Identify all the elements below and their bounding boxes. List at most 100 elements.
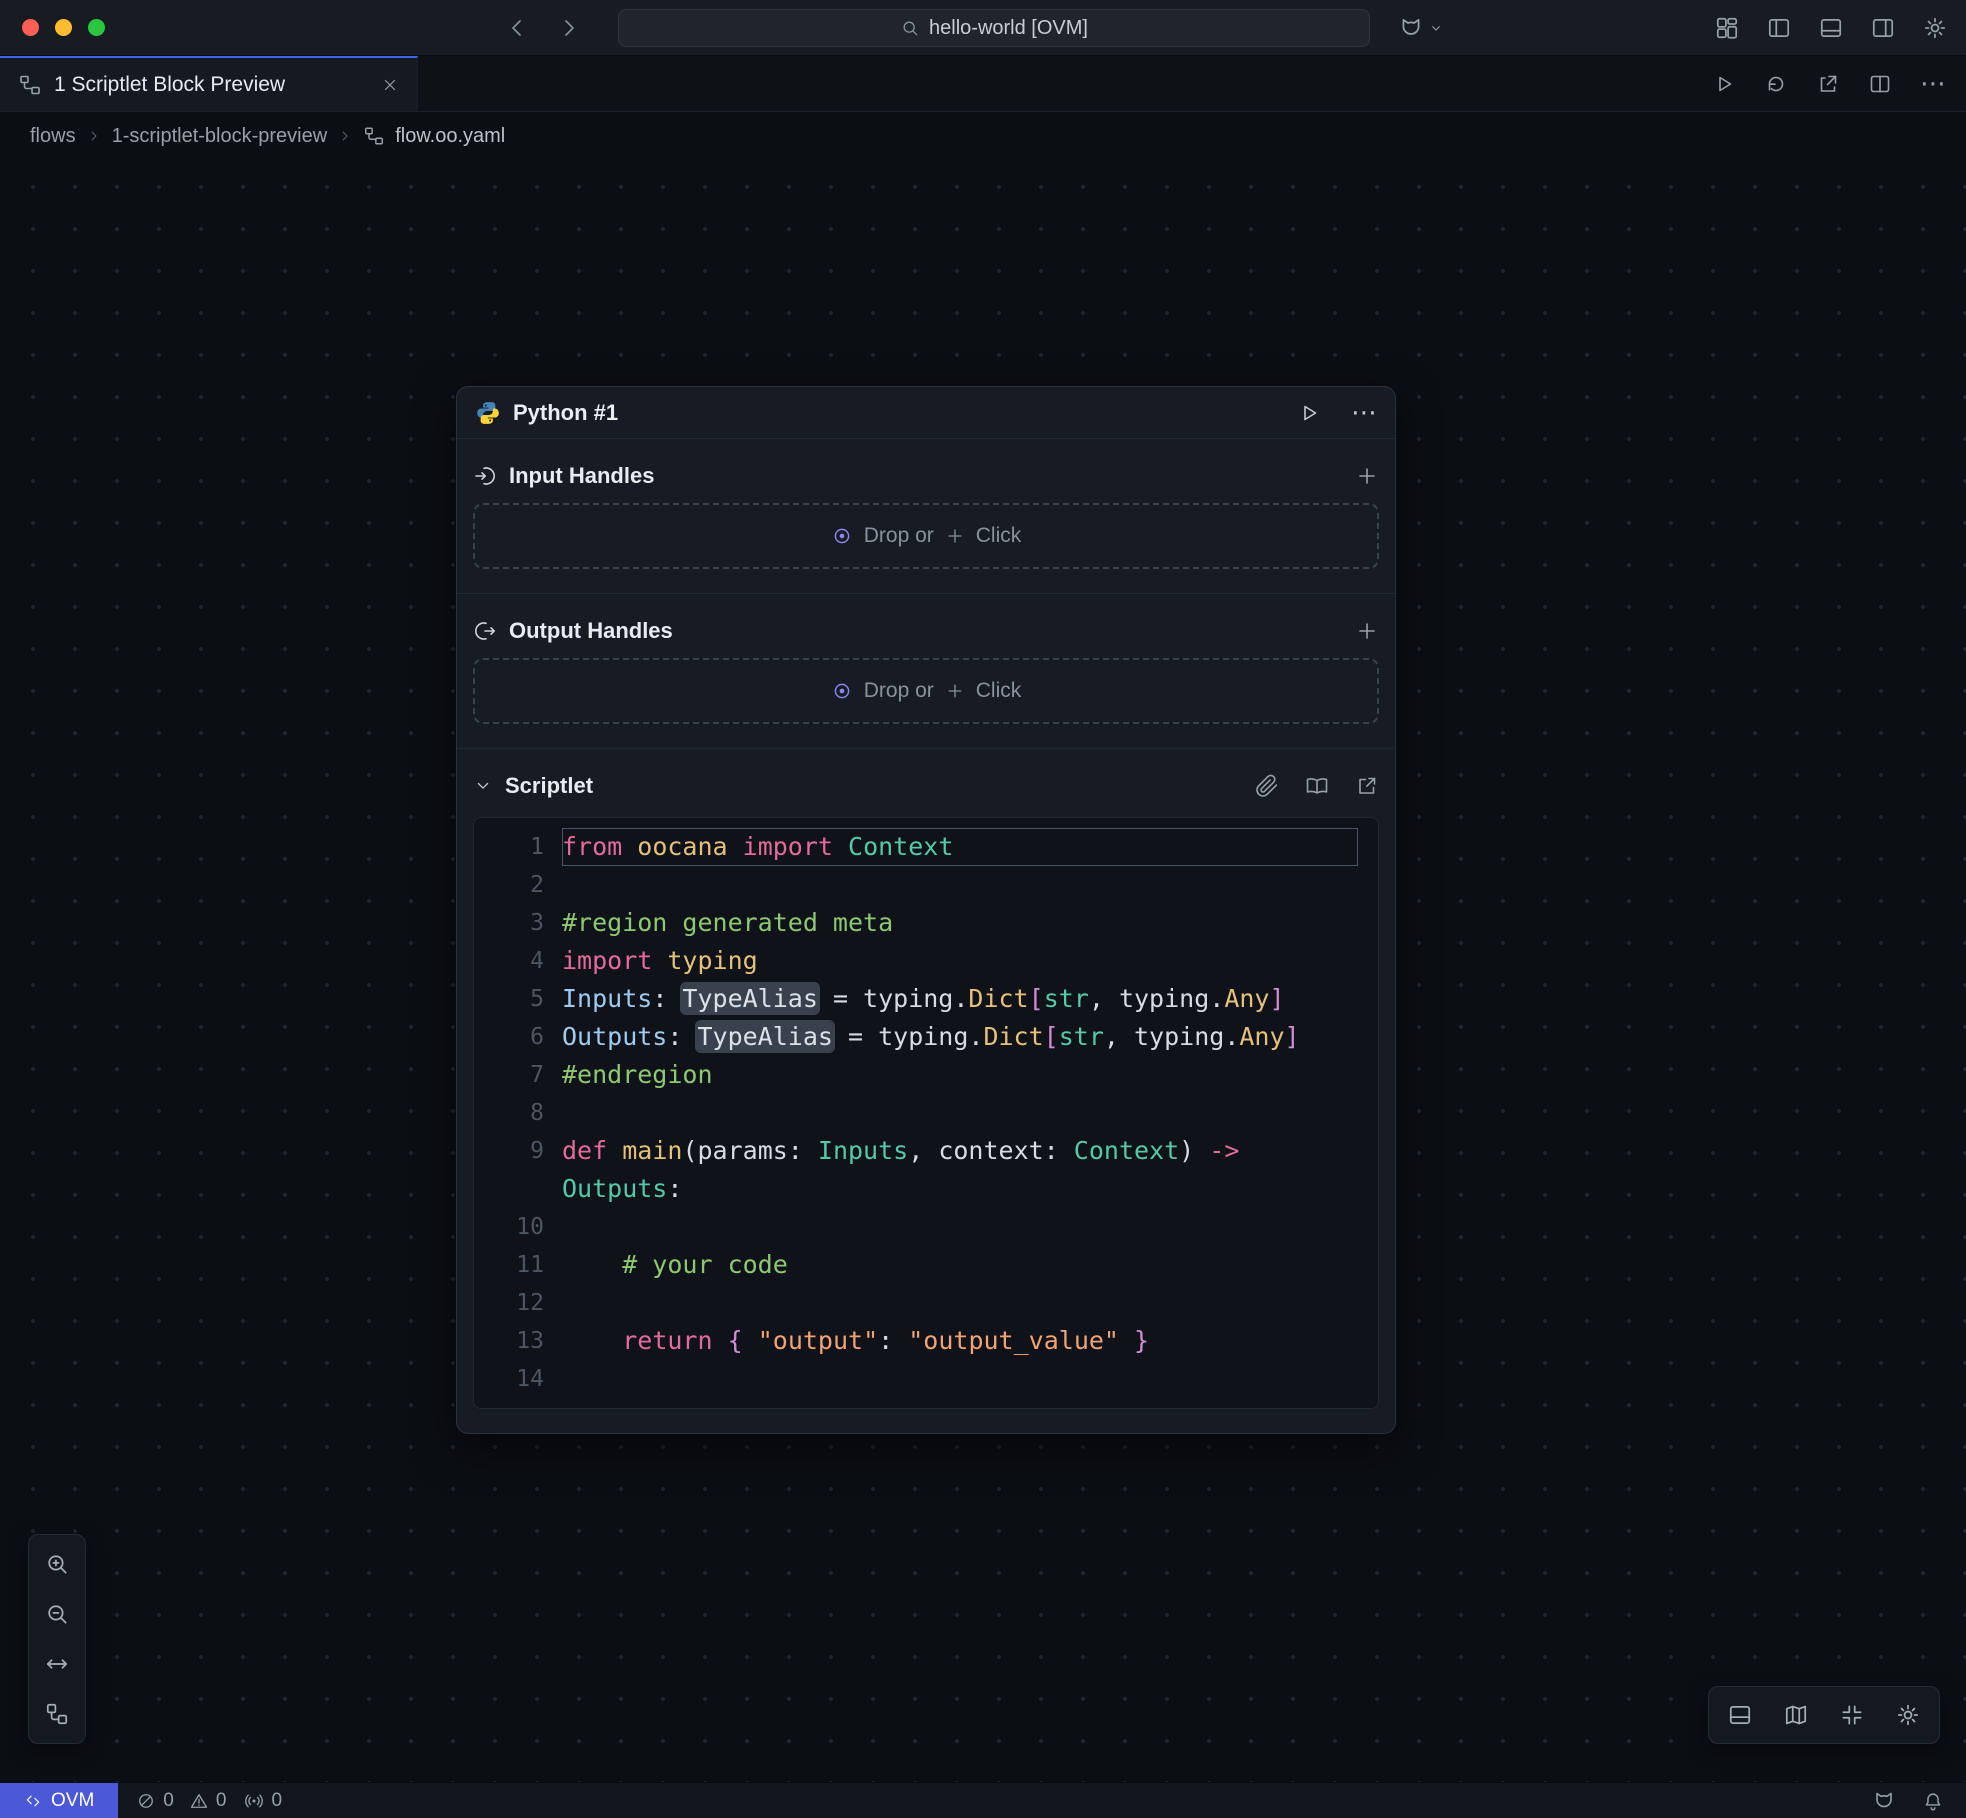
drop-target-icon	[831, 525, 853, 547]
split-editor-button[interactable]	[1868, 72, 1892, 96]
paperclip-icon	[1255, 774, 1279, 798]
open-book-icon	[1305, 774, 1329, 798]
code-row[interactable]: 10	[474, 1208, 1378, 1246]
code-line[interactable]	[562, 1094, 1358, 1132]
add-output-handle-button[interactable]	[1355, 619, 1379, 643]
input-dropzone[interactable]: Drop or Click	[473, 503, 1379, 569]
breadcrumb-item-flows[interactable]: flows	[30, 125, 76, 148]
assistant-menu[interactable]	[1398, 0, 1444, 56]
collapse-scriptlet-button[interactable]	[473, 776, 493, 796]
open-external-button[interactable]	[1355, 774, 1379, 798]
search-icon	[900, 18, 920, 38]
code-row[interactable]: 14	[474, 1360, 1378, 1398]
code-row[interactable]: 4import typing	[474, 942, 1378, 980]
export-icon	[1816, 72, 1840, 96]
code-line[interactable]: import typing	[562, 942, 1358, 980]
zoom-in-button[interactable]	[36, 1543, 78, 1585]
code-line[interactable]: Outputs:	[562, 1170, 1358, 1208]
settings-gear-icon	[1895, 1702, 1921, 1728]
output-dropzone[interactable]: Drop or Click	[473, 658, 1379, 724]
settings-button[interactable]	[1922, 15, 1948, 41]
code-line[interactable]: def main(params: Inputs, context: Contex…	[562, 1132, 1358, 1170]
flow-icon	[18, 73, 42, 97]
code-row[interactable]: Outputs:	[474, 1170, 1378, 1208]
broadcast-icon	[244, 1791, 264, 1811]
fit-view-button[interactable]	[36, 1643, 78, 1685]
minimize-window-button[interactable]	[55, 19, 72, 36]
toggle-left-panel-button[interactable]	[1766, 15, 1792, 41]
run-flow-button[interactable]	[1712, 72, 1736, 96]
tab-label: 1 Scriptlet Block Preview	[54, 73, 285, 97]
customize-layout-button[interactable]	[1714, 15, 1740, 41]
more-actions-button[interactable]: ⋯	[1920, 71, 1946, 97]
breadcrumb-item-folder[interactable]: 1-scriptlet-block-preview	[112, 125, 328, 148]
code-row[interactable]: 5Inputs: TypeAlias = typing.Dict[str, ty…	[474, 980, 1378, 1018]
toggle-bottom-panel-button[interactable]	[1818, 15, 1844, 41]
cat-icon	[1872, 1789, 1896, 1813]
line-number	[474, 1170, 562, 1208]
code-line[interactable]	[562, 1208, 1358, 1246]
code-line[interactable]: #endregion	[562, 1056, 1358, 1094]
zoom-window-button[interactable]	[88, 19, 105, 36]
code-row[interactable]: 11 # your code	[474, 1246, 1378, 1284]
breadcrumb: flows 1-scriptlet-block-preview flow.oo.…	[0, 112, 1966, 160]
toggle-right-panel-button[interactable]	[1870, 15, 1896, 41]
back-button[interactable]	[505, 16, 529, 40]
remote-indicator[interactable]: OVM	[0, 1783, 118, 1818]
collapse-icon	[1839, 1702, 1865, 1728]
line-number: 5	[474, 980, 562, 1018]
code-row[interactable]: 8	[474, 1094, 1378, 1132]
code-line[interactable]: Inputs: TypeAlias = typing.Dict[str, typ…	[562, 980, 1358, 1018]
play-icon	[1712, 72, 1736, 96]
forward-button[interactable]	[557, 16, 581, 40]
rerun-button[interactable]	[1764, 72, 1788, 96]
code-row[interactable]: 3#region generated meta	[474, 904, 1378, 942]
line-number: 4	[474, 942, 562, 980]
code-line[interactable]	[562, 866, 1358, 904]
code-line[interactable]: from oocana import Context	[562, 828, 1358, 866]
notifications-button[interactable]	[1922, 1790, 1944, 1812]
zoom-out-button[interactable]	[36, 1593, 78, 1635]
chevron-right-icon	[337, 128, 353, 144]
close-window-button[interactable]	[22, 19, 39, 36]
code-row[interactable]: 9def main(params: Inputs, context: Conte…	[474, 1132, 1378, 1170]
code-editor[interactable]: 1from oocana import Context23#region gen…	[473, 817, 1379, 1409]
code-line[interactable]	[562, 1360, 1358, 1398]
canvas-settings-button[interactable]	[1887, 1694, 1929, 1736]
code-row[interactable]: 2	[474, 866, 1378, 904]
remote-label: OVM	[51, 1790, 94, 1812]
command-center-search[interactable]: hello-world [OVM]	[618, 9, 1370, 47]
auto-layout-button[interactable]	[36, 1693, 78, 1735]
code-line[interactable]	[562, 1284, 1358, 1322]
dropzone-prefix: Drop or	[864, 679, 934, 703]
code-row[interactable]: 12	[474, 1284, 1378, 1322]
python-node-card[interactable]: Python #1 ⋯ Input Handles Drop or Click	[456, 386, 1396, 1434]
code-line[interactable]: return { "output": "output_value" }	[562, 1322, 1358, 1360]
docs-button[interactable]	[1305, 774, 1329, 798]
code-row[interactable]: 1from oocana import Context	[474, 828, 1378, 866]
breadcrumb-item-file[interactable]: flow.oo.yaml	[395, 125, 505, 148]
problems-indicator[interactable]: 0 0	[136, 1790, 226, 1812]
add-input-handle-button[interactable]	[1355, 464, 1379, 488]
minimap-button[interactable]	[1775, 1694, 1817, 1736]
close-tab-button[interactable]	[381, 76, 399, 94]
code-row[interactable]: 7#endregion	[474, 1056, 1378, 1094]
code-line[interactable]: # your code	[562, 1246, 1358, 1284]
error-icon	[136, 1791, 156, 1811]
code-line[interactable]: #region generated meta	[562, 904, 1358, 942]
node-more-button[interactable]: ⋯	[1351, 400, 1377, 426]
tab-scriptlet-block-preview[interactable]: 1 Scriptlet Block Preview	[0, 56, 418, 111]
assistant-status-button[interactable]	[1872, 1789, 1896, 1813]
code-row[interactable]: 6Outputs: TypeAlias = typing.Dict[str, t…	[474, 1018, 1378, 1056]
warning-icon	[189, 1791, 209, 1811]
attach-file-button[interactable]	[1255, 774, 1279, 798]
export-button[interactable]	[1816, 72, 1840, 96]
canvas-zoom-toolbar	[28, 1534, 86, 1744]
flow-canvas[interactable]: Python #1 ⋯ Input Handles Drop or Click	[0, 160, 1966, 1782]
run-node-button[interactable]	[1297, 401, 1321, 425]
code-line[interactable]: Outputs: TypeAlias = typing.Dict[str, ty…	[562, 1018, 1358, 1056]
toggle-console-button[interactable]	[1719, 1694, 1761, 1736]
fit-screen-button[interactable]	[1831, 1694, 1873, 1736]
code-row[interactable]: 13 return { "output": "output_value" }	[474, 1322, 1378, 1360]
ports-indicator[interactable]: 0	[244, 1790, 282, 1812]
